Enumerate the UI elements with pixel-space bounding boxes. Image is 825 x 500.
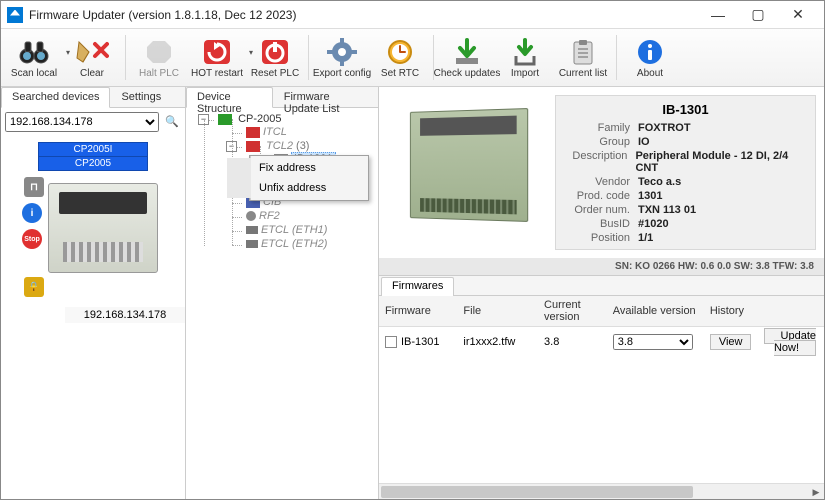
tree-node-itcl[interactable]: ITCL — [232, 125, 374, 139]
device-ip-label: 192.168.134.178 — [65, 307, 185, 323]
import-icon — [508, 37, 542, 67]
col-available-version[interactable]: Available version — [607, 296, 704, 327]
collapse-icon[interactable]: − — [226, 141, 237, 152]
horizontal-scrollbar[interactable]: ◀ ▶ — [379, 483, 824, 499]
device-badges: CP2005I CP2005 — [38, 142, 148, 171]
col-file[interactable]: File — [457, 296, 538, 327]
toolbar: Scan local ▾ Clear Halt PLC HOT restart … — [1, 29, 824, 87]
device-badge: CP2005I — [38, 142, 148, 157]
scroll-right-icon[interactable]: ▶ — [808, 484, 824, 500]
device-image-area: ⊓ i Stop 🔒 — [18, 173, 168, 303]
col-firmware[interactable]: Firmware — [379, 296, 457, 327]
firmware-table: Firmware File Current version Available … — [379, 296, 824, 357]
clock-icon — [383, 37, 417, 67]
power-icon — [258, 37, 292, 67]
info-icon[interactable]: i — [22, 203, 42, 223]
serial-number-line: SN: KO 0266 HW: 0.6 0.0 SW: 3.8 TFW: 3.8 — [379, 258, 824, 275]
maximize-button[interactable]: ▢ — [738, 2, 778, 28]
mid-panel: Device Structure Firmware Update List − … — [186, 87, 379, 499]
tab-searched-devices[interactable]: Searched devices — [1, 87, 110, 108]
search-button[interactable]: 🔍 — [163, 112, 181, 130]
tab-settings[interactable]: Settings — [110, 87, 172, 107]
app-icon — [7, 7, 23, 23]
binoculars-icon — [17, 37, 51, 67]
reset-plc-button[interactable]: Reset PLC — [246, 31, 304, 84]
export-config-button[interactable]: Export config — [313, 31, 371, 84]
scroll-thumb[interactable] — [381, 486, 693, 498]
magnifier-icon: 🔍 — [165, 115, 179, 128]
update-now-button[interactable]: Update Now! — [764, 328, 816, 356]
lock-icon[interactable]: 🔒 — [24, 277, 44, 297]
current-list-button[interactable]: Current list — [554, 31, 612, 84]
firmware-checkbox[interactable] — [385, 336, 397, 348]
scan-local-button[interactable]: Scan local ▾ — [5, 31, 63, 84]
view-history-button[interactable]: View — [710, 334, 752, 350]
ethernet-icon — [246, 226, 258, 234]
hot-restart-button[interactable]: HOT restart ▾ — [188, 31, 246, 84]
tree-node-rf2[interactable]: RF2 — [232, 209, 374, 223]
tcl-icon — [246, 127, 260, 138]
device-image — [48, 183, 158, 273]
tab-firmwares[interactable]: Firmwares — [381, 277, 454, 296]
product-image — [387, 95, 547, 235]
gear-icon — [325, 37, 359, 67]
menu-unfix-address[interactable]: Unfix address — [227, 178, 368, 198]
window-title: Firmware Updater (version 1.8.1.18, Dec … — [29, 8, 698, 22]
close-button[interactable]: ✕ — [778, 2, 818, 28]
tab-device-structure[interactable]: Device Structure — [186, 87, 273, 108]
about-button[interactable]: About — [621, 31, 679, 84]
tree-node-etcl1[interactable]: ETCL (ETH1) — [232, 223, 374, 237]
ethernet-icon[interactable]: ⊓ — [24, 177, 44, 197]
menu-fix-address[interactable]: Fix address — [227, 158, 368, 178]
module-illustration — [410, 108, 528, 222]
product-title: IB-1301 — [564, 100, 807, 121]
tcl-icon — [246, 141, 260, 152]
left-panel: Searched devices Settings 192.168.134.17… — [1, 87, 186, 499]
product-info-table: IB-1301 FamilyFOXTROT GroupIO Descriptio… — [555, 95, 816, 250]
collapse-icon[interactable]: − — [198, 114, 209, 125]
firmware-row: IB-1301 ir1xxx2.tfw 3.8 3.8 View Update … — [379, 327, 824, 358]
tab-firmware-update-list[interactable]: Firmware Update List — [273, 87, 378, 107]
download-icon — [450, 37, 484, 67]
set-rtc-button[interactable]: Set RTC — [371, 31, 429, 84]
firmware-area: Firmwares Firmware File Current version … — [379, 275, 824, 499]
col-history[interactable]: History — [704, 296, 758, 327]
context-menu[interactable]: Fix address Unfix address — [249, 155, 369, 201]
col-current-version[interactable]: Current version — [538, 296, 607, 327]
main-area: Searched devices Settings 192.168.134.17… — [1, 87, 824, 499]
available-version-select[interactable]: 3.8 — [613, 334, 693, 350]
clear-button[interactable]: Clear — [63, 31, 121, 84]
broom-x-icon — [75, 37, 109, 67]
device-badge: CP2005 — [38, 157, 148, 171]
plc-icon — [218, 114, 232, 125]
import-button[interactable]: Import — [496, 31, 554, 84]
info-icon — [633, 37, 667, 67]
restart-icon — [200, 37, 234, 67]
col-update[interactable] — [758, 296, 824, 327]
right-panel: IB-1301 FamilyFOXTROT GroupIO Descriptio… — [379, 87, 824, 499]
clipboard-icon — [566, 37, 600, 67]
minimize-button[interactable]: — — [698, 2, 738, 28]
tree-node-etcl2[interactable]: ETCL (ETH2) — [232, 237, 374, 251]
title-bar: Firmware Updater (version 1.8.1.18, Dec … — [1, 1, 824, 29]
ethernet-icon — [246, 240, 258, 248]
check-updates-button[interactable]: Check updates — [438, 31, 496, 84]
device-address-select[interactable]: 192.168.134.178 — [5, 112, 159, 132]
stop-icon — [142, 37, 176, 67]
halt-plc-button: Halt PLC — [130, 31, 188, 84]
wireless-icon — [246, 211, 256, 221]
stop-icon[interactable]: Stop — [22, 229, 42, 249]
